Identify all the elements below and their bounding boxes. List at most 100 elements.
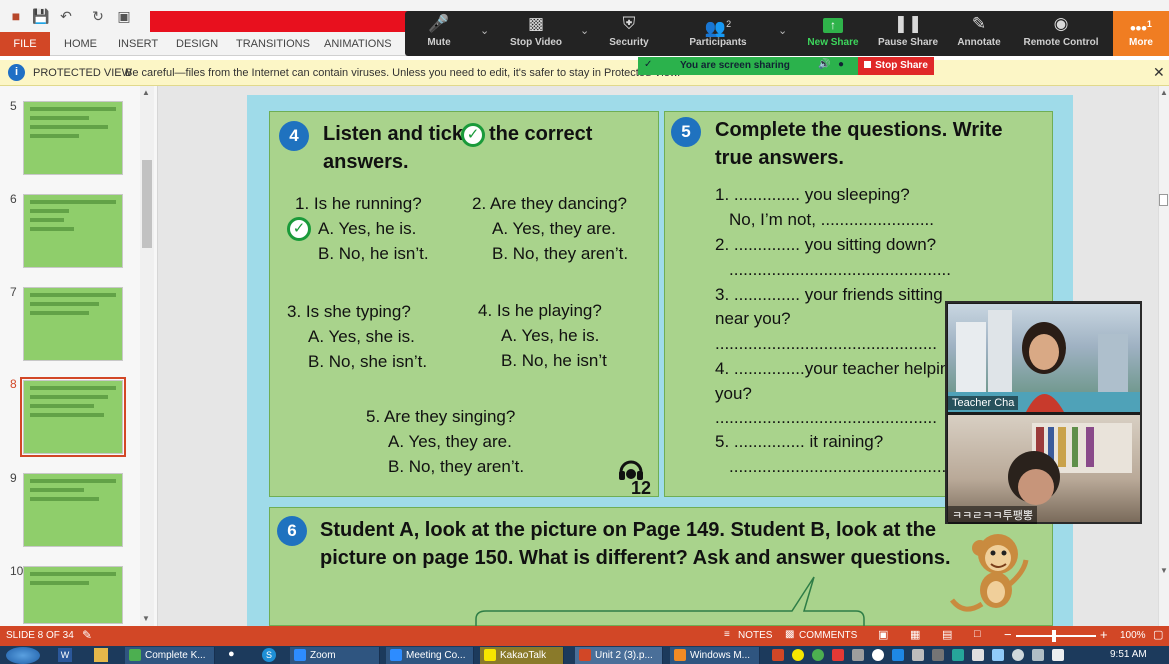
thumbnail-number: 7	[10, 285, 17, 299]
mute-button[interactable]: 🎤 Mute	[416, 11, 462, 56]
taskbar-clock: 9:51 AM	[1110, 649, 1147, 660]
word-icon[interactable]: W	[58, 648, 72, 662]
close-icon[interactable]: ✕	[1153, 64, 1165, 81]
video-camera-icon: ▩	[527, 14, 545, 33]
zoom-slider[interactable]	[1016, 635, 1096, 637]
screen-sharing-banner[interactable]: ✓ You are screen sharing 🔊 ●	[638, 57, 860, 75]
exercise-line: 5. ............... it raining?	[715, 432, 884, 451]
protected-view-message: Be careful—files from the Internet can c…	[125, 67, 681, 79]
stop-square-icon	[864, 61, 872, 68]
zoom-app-icon	[294, 649, 306, 661]
exercise-line: ........................................…	[715, 334, 937, 353]
slide-thumbnail-5[interactable]	[23, 101, 123, 175]
reading-view-icon[interactable]: ▤	[942, 628, 952, 641]
tab-animations[interactable]: ANIMATIONS	[318, 32, 398, 56]
scroll-handle[interactable]	[1159, 194, 1168, 206]
exercise-line: 3. .............. your friends sitting	[715, 285, 943, 304]
taskbar-item-windows-media[interactable]: Windows M...	[670, 647, 760, 664]
exercise-line: ........................................…	[715, 408, 937, 427]
comments-button[interactable]: COMMENTS	[799, 630, 857, 641]
slideshow-icon[interactable]: □	[974, 628, 981, 640]
section-5-badge: 5	[671, 117, 701, 147]
scroll-down-icon[interactable]: ▼	[1160, 566, 1168, 575]
exercise-line: 4. ...............your teacher helping	[715, 359, 959, 378]
slide-scrollbar[interactable]	[1158, 86, 1169, 626]
folder-icon[interactable]	[94, 648, 108, 662]
scroll-up-icon[interactable]: ▲	[142, 88, 150, 97]
tab-file[interactable]: FILE	[0, 32, 50, 56]
participants-button[interactable]: 👥2 Participants	[684, 11, 752, 56]
video-options-chevron-icon[interactable]: ⌄	[580, 24, 589, 37]
slide-thumbnail-6[interactable]	[23, 194, 123, 268]
save-icon[interactable]: 💾	[32, 8, 49, 24]
thumbnail-number: 8	[10, 377, 17, 391]
monkey-illustration	[946, 524, 1032, 618]
scroll-up-icon[interactable]: ▲	[1160, 88, 1168, 97]
thumbnail-scroll-handle[interactable]	[142, 160, 152, 248]
new-share-button[interactable]: ↑ New Share	[804, 11, 862, 56]
zoom-slider-thumb[interactable]	[1052, 630, 1056, 642]
exercise-line: ........................................…	[729, 457, 951, 476]
system-tray-icons[interactable]	[770, 648, 1090, 662]
slide-thumbnail-10[interactable]	[23, 566, 123, 624]
stop-video-button[interactable]: ▩ Stop Video	[505, 11, 567, 56]
slide-thumbnail-9[interactable]	[23, 473, 123, 547]
tab-insert[interactable]: INSERT	[112, 32, 164, 56]
more-button[interactable]: •••1 More	[1113, 11, 1169, 56]
exercise-line: 2. .............. you sitting down?	[715, 235, 937, 254]
redo-icon[interactable]: ↻	[90, 8, 106, 24]
pause-share-button[interactable]: ❚❚ Pause Share	[876, 11, 940, 56]
section-4-title-a: Listen and tick	[323, 123, 464, 145]
mute-options-chevron-icon[interactable]: ⌄	[480, 24, 489, 37]
start-button-icon[interactable]	[6, 647, 40, 664]
status-bar	[0, 626, 1169, 646]
participants-options-chevron-icon[interactable]: ⌄	[778, 24, 787, 37]
section-6-title-b: picture on page 150. What is different? …	[320, 547, 951, 569]
zoom-in-icon[interactable]: +	[1100, 627, 1108, 642]
security-button[interactable]: ⛨ Security	[603, 11, 655, 56]
remote-control-button[interactable]: ◉ Remote Control	[1022, 11, 1100, 56]
thumbnail-number: 5	[10, 99, 17, 113]
scroll-down-icon[interactable]: ▼	[142, 614, 150, 623]
title-red-bar	[150, 11, 410, 32]
more-dots-icon: •••1	[1130, 19, 1152, 38]
section-4-title-c: answers.	[323, 151, 409, 173]
powerpoint-task-icon	[579, 649, 591, 661]
protected-view-title: PROTECTED VIEW	[33, 67, 133, 79]
zoom-level[interactable]: 100%	[1120, 630, 1146, 641]
question-text: 1. Is he running?	[295, 194, 422, 213]
spellcheck-icon[interactable]: ✎	[82, 628, 92, 642]
section-4-badge: 4	[279, 121, 309, 151]
taskbar-item-meeting-controls[interactable]: Meeting Co...	[386, 647, 474, 664]
chrome-icon	[129, 649, 141, 661]
taskbar-item-chrome[interactable]: Complete K...	[125, 647, 215, 664]
taskbar-item-zoom[interactable]: Zoom	[290, 647, 380, 664]
zoom-out-icon[interactable]: −	[1004, 627, 1012, 642]
shield-small-icon: ●	[838, 59, 845, 70]
slide-thumbnail-7[interactable]	[23, 287, 123, 361]
shield-icon: ⛨	[622, 14, 636, 33]
question-text: 3. Is she typing?	[287, 302, 411, 321]
slide-sorter-icon[interactable]: ▦	[910, 628, 920, 641]
taskbar-item-kakaotalk[interactable]: KakaoTalk	[480, 647, 564, 664]
tab-design[interactable]: DESIGN	[170, 32, 224, 56]
normal-view-icon[interactable]: ▣	[878, 628, 888, 641]
speech-bubble	[472, 575, 866, 627]
notes-button[interactable]: NOTES	[738, 630, 772, 641]
present-icon[interactable]: ▣	[116, 8, 132, 24]
section-6-badge: 6	[277, 516, 307, 546]
slide-thumbnail-8[interactable]	[20, 377, 126, 457]
shield-info-icon: i	[8, 64, 25, 81]
skype-icon[interactable]: S	[262, 648, 276, 662]
stop-share-button[interactable]: Stop Share	[858, 57, 934, 75]
annotate-button[interactable]: ✎ Annotate	[952, 11, 1006, 56]
notes-icon: ≡	[724, 629, 730, 640]
maps-pin-icon[interactable]: ●	[228, 648, 240, 662]
taskbar-item-powerpoint[interactable]: Unit 2 (3).p...	[575, 647, 663, 664]
undo-icon[interactable]: ↶	[58, 8, 74, 24]
tab-home[interactable]: HOME	[58, 32, 103, 56]
tab-transitions[interactable]: TRANSITIONS	[230, 32, 316, 56]
answer-text: B. No, they aren’t.	[492, 244, 629, 263]
answer-text: B. No, she isn’t.	[308, 352, 428, 371]
fit-slide-icon[interactable]: ▢	[1153, 628, 1163, 641]
